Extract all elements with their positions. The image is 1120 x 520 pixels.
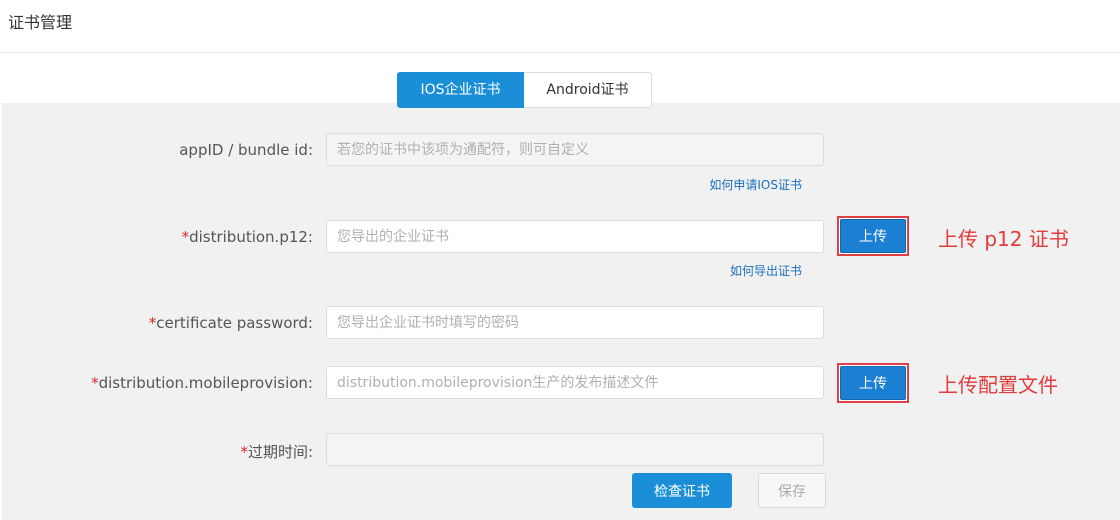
- check-certificate-button[interactable]: 检查证书: [632, 473, 732, 508]
- mobileprovision-label: *distribution.mobileprovision:: [91, 374, 313, 392]
- expiry-input: [326, 433, 824, 466]
- expiry-label: *过期时间:: [240, 443, 313, 461]
- page-title: 证书管理: [8, 13, 73, 32]
- appid-input[interactable]: [326, 133, 824, 166]
- p12-annotation: 上传 p12 证书: [938, 227, 1069, 251]
- p12-label: *distribution.p12:: [181, 228, 313, 246]
- appid-label: appID / bundle id:: [179, 141, 313, 159]
- mobileprovision-upload-highlight: 上传: [837, 363, 909, 403]
- how-to-apply-ios-cert-link[interactable]: 如何申请IOS证书: [709, 176, 802, 193]
- certificate-password-input[interactable]: [326, 306, 824, 339]
- save-button[interactable]: 保存: [758, 473, 826, 508]
- how-to-export-cert-link[interactable]: 如何导出证书: [730, 262, 802, 279]
- password-label: *certificate password:: [148, 314, 313, 332]
- mobileprovision-input[interactable]: [326, 366, 824, 399]
- p12-upload-button[interactable]: 上传: [840, 219, 906, 253]
- tab-android[interactable]: Android证书: [524, 72, 652, 108]
- tab-ios-enterprise[interactable]: IOS企业证书: [397, 72, 524, 108]
- certificate-tabs: IOS企业证书 Android证书: [397, 72, 652, 108]
- title-divider: [0, 52, 1120, 53]
- required-star: *: [240, 443, 248, 461]
- p12-input[interactable]: [326, 220, 824, 253]
- required-star: *: [91, 374, 99, 392]
- p12-upload-highlight: 上传: [837, 216, 909, 256]
- required-star: *: [181, 228, 190, 246]
- mobileprovision-annotation: 上传配置文件: [938, 373, 1058, 397]
- mobileprovision-upload-button[interactable]: 上传: [840, 366, 906, 400]
